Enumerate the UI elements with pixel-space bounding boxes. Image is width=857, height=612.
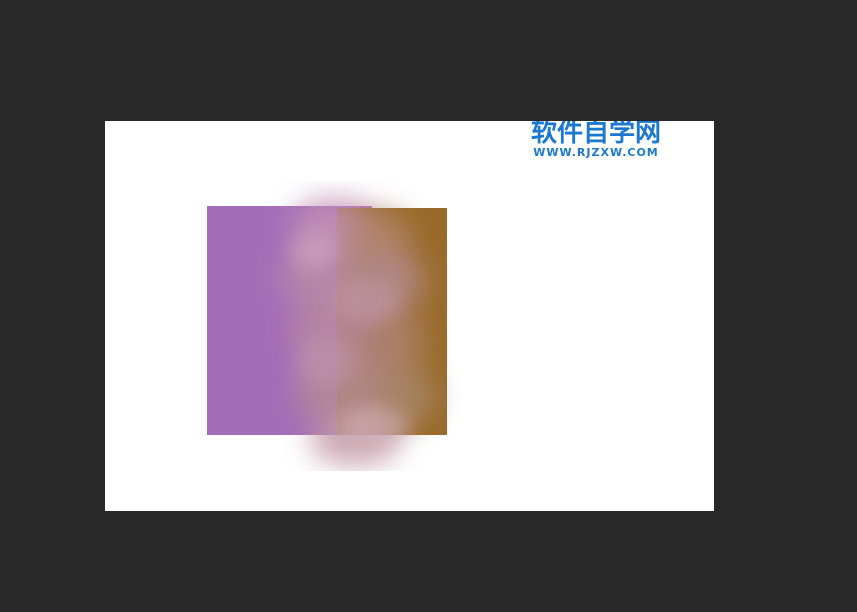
document-canvas[interactable]: 软件自学网 WWW.RJZXW.COM <box>105 121 714 511</box>
watermark-url: WWW.RJZXW.COM <box>533 146 659 159</box>
editor-workspace: 软件自学网 WWW.RJZXW.COM <box>0 0 857 612</box>
site-watermark: 软件自学网 WWW.RJZXW.COM <box>521 121 671 158</box>
smudge-brush-strokes[interactable] <box>205 181 465 471</box>
